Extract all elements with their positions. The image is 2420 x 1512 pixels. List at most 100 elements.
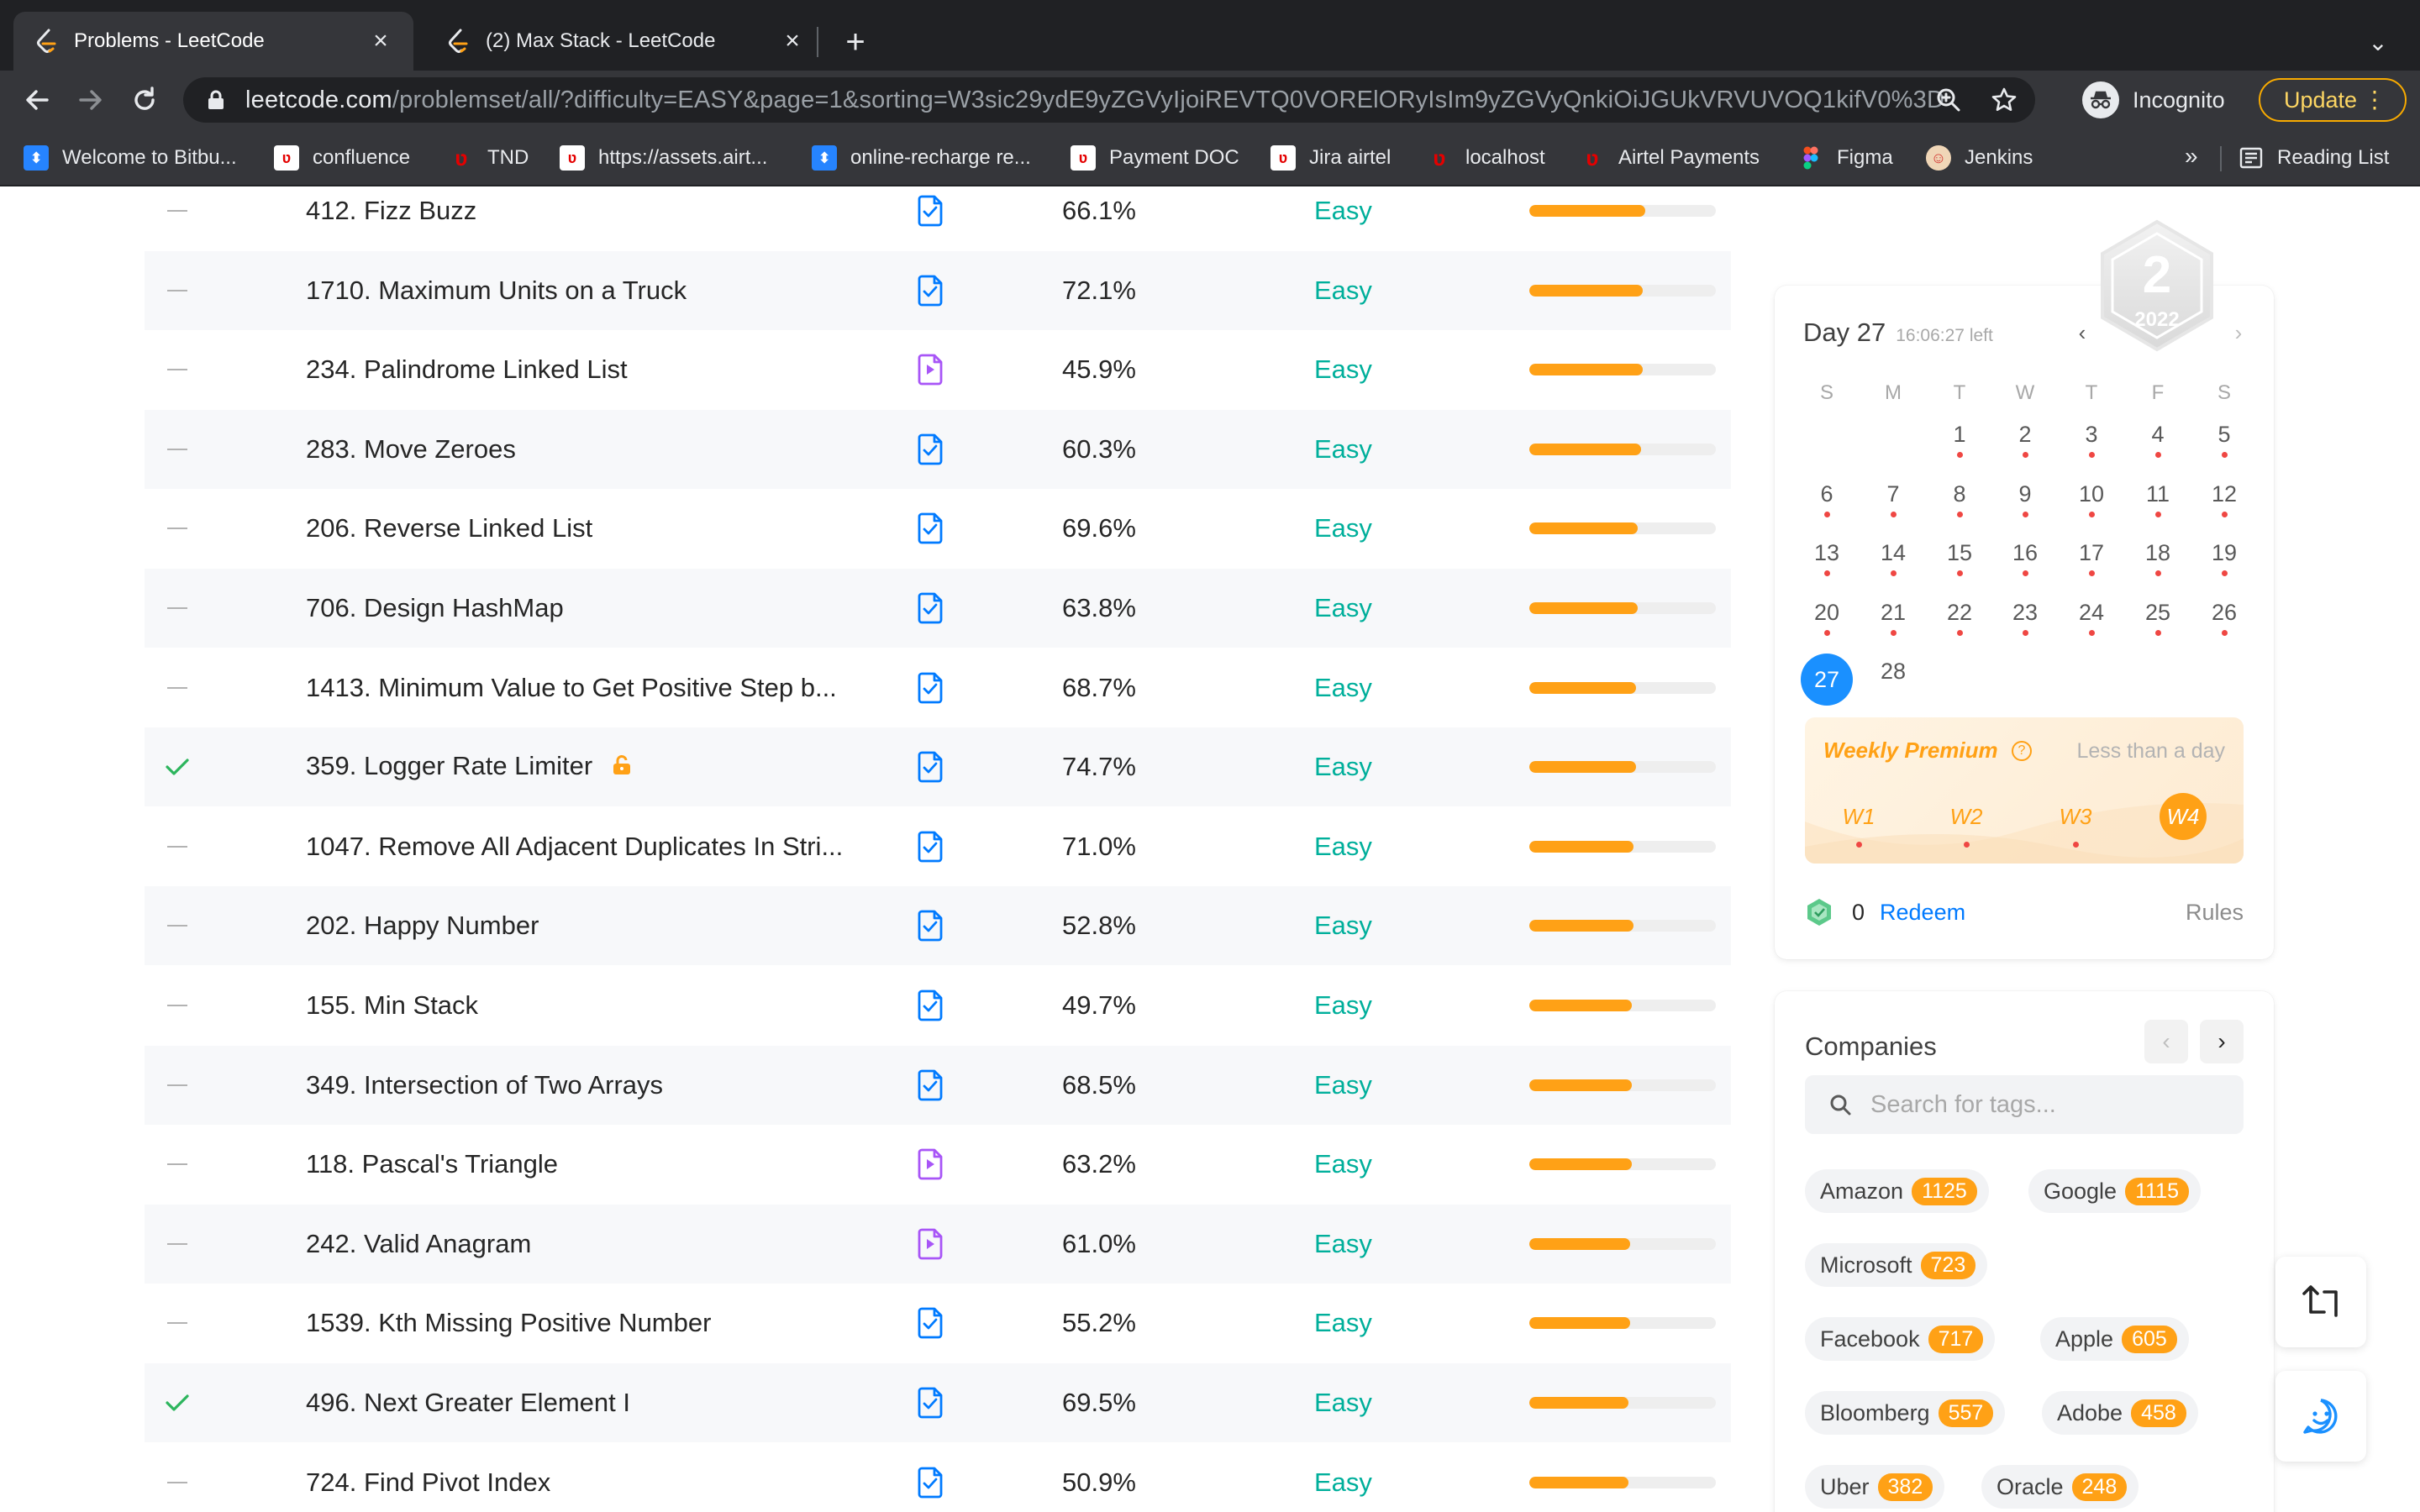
redeem-link[interactable]: Redeem bbox=[1880, 900, 1965, 926]
table-row[interactable]: 359. Logger Rate Limiter 74.7% Easy bbox=[145, 727, 1731, 806]
feedback-button[interactable] bbox=[2275, 1371, 2366, 1462]
problem-title-link[interactable]: 155. Min Stack bbox=[306, 990, 478, 1021]
article-solution-icon[interactable] bbox=[916, 672, 944, 704]
bookmark-item[interactable]: Figma bbox=[1798, 141, 1893, 175]
calendar-day[interactable]: 15 bbox=[1934, 540, 1985, 566]
table-row[interactable]: 496. Next Greater Element I 69.5% Easy bbox=[145, 1363, 1731, 1442]
article-solution-icon[interactable] bbox=[916, 195, 944, 227]
calendar-day[interactable]: 22 bbox=[1934, 600, 1985, 626]
problem-title-link[interactable]: 412. Fizz Buzz bbox=[306, 196, 476, 226]
calendar-day[interactable]: 26 bbox=[2199, 600, 2249, 626]
back-button[interactable] bbox=[18, 81, 55, 118]
table-row[interactable]: 412. Fizz Buzz 66.1% Easy bbox=[145, 186, 1731, 250]
calendar-day[interactable]: 25 bbox=[2133, 600, 2183, 626]
calendar-day-today[interactable]: 27 bbox=[1801, 654, 1853, 706]
bookmark-item[interactable]: ʋ Jira airtel bbox=[1270, 141, 1391, 175]
article-solution-icon[interactable] bbox=[916, 1387, 944, 1419]
company-tag[interactable]: Amazon 1125 bbox=[1805, 1169, 1989, 1213]
company-tag[interactable]: Oracle 248 bbox=[1981, 1465, 2139, 1509]
problem-title-link[interactable]: 1539. Kth Missing Positive Number bbox=[306, 1308, 711, 1338]
week-badge[interactable]: W3 bbox=[2050, 795, 2101, 838]
calendar-day[interactable]: 7 bbox=[1868, 481, 1918, 507]
video-solution-icon[interactable] bbox=[916, 354, 944, 386]
problem-title-link[interactable]: 724. Find Pivot Index bbox=[306, 1467, 550, 1498]
table-row[interactable]: 1047. Remove All Adjacent Duplicates In … bbox=[145, 807, 1731, 886]
calendar-day[interactable]: 24 bbox=[2066, 600, 2117, 626]
calendar-day[interactable]: 18 bbox=[2133, 540, 2183, 566]
reload-button[interactable] bbox=[126, 81, 163, 118]
calendar-day[interactable]: 12 bbox=[2199, 481, 2249, 507]
table-row[interactable]: 118. Pascal's Triangle 63.2% Easy bbox=[145, 1125, 1731, 1204]
week-badge[interactable]: W2 bbox=[1941, 795, 1991, 838]
companies-next-button[interactable]: › bbox=[2200, 1020, 2244, 1063]
incognito-profile-button[interactable]: Incognito bbox=[2082, 79, 2225, 121]
table-row[interactable]: 234. Palindrome Linked List 45.9% Easy bbox=[145, 330, 1731, 409]
problem-title-link[interactable]: 283. Move Zeroes bbox=[306, 434, 516, 465]
article-solution-icon[interactable] bbox=[916, 592, 944, 624]
calendar-day[interactable]: 3 bbox=[2066, 422, 2117, 448]
article-solution-icon[interactable] bbox=[916, 1467, 944, 1499]
tag-search-box[interactable] bbox=[1805, 1075, 2244, 1134]
bookmark-item[interactable]: ʋ https://assets.airt... bbox=[560, 141, 767, 175]
tab-max-stack[interactable]: (2) Max Stack - LeetCode × bbox=[425, 12, 825, 71]
problem-title-link[interactable]: 1413. Minimum Value to Get Positive Step… bbox=[306, 673, 837, 703]
update-button[interactable]: Update ⋮ bbox=[2259, 78, 2407, 122]
problem-title-link[interactable]: 496. Next Greater Element I bbox=[306, 1388, 630, 1418]
table-row[interactable]: 724. Find Pivot Index 50.9% Easy bbox=[145, 1443, 1731, 1512]
table-row[interactable]: 155. Min Stack 49.7% Easy bbox=[145, 966, 1731, 1045]
chevron-left-icon[interactable]: ‹ bbox=[2070, 320, 2094, 345]
problem-title-link[interactable]: 118. Pascal's Triangle bbox=[306, 1149, 558, 1179]
chevron-right-icon[interactable]: › bbox=[2227, 320, 2250, 345]
forward-button[interactable] bbox=[72, 81, 109, 118]
company-tag[interactable]: Adobe 458 bbox=[2042, 1391, 2198, 1435]
new-tab-button[interactable]: + bbox=[837, 24, 874, 60]
bookmark-item[interactable]: ʋ localhost bbox=[1427, 141, 1544, 175]
calendar-day[interactable]: 19 bbox=[2199, 540, 2249, 566]
table-row[interactable]: 1710. Maximum Units on a Truck 72.1% Easy bbox=[145, 251, 1731, 330]
week-badge[interactable]: W1 bbox=[1833, 795, 1884, 838]
company-tag[interactable]: Bloomberg 557 bbox=[1805, 1391, 2006, 1435]
calendar-day[interactable]: 1 bbox=[1934, 422, 1985, 448]
table-row[interactable]: 202. Happy Number 52.8% Easy bbox=[145, 886, 1731, 965]
calendar-day[interactable]: 20 bbox=[1802, 600, 1852, 626]
close-icon[interactable]: × bbox=[780, 27, 805, 55]
week-badge[interactable]: W4 bbox=[2160, 793, 2207, 840]
table-row[interactable]: 706. Design HashMap 63.8% Easy bbox=[145, 569, 1731, 648]
article-solution-icon[interactable] bbox=[916, 275, 944, 307]
bookmark-item[interactable]: ʋ Payment DOC bbox=[1071, 141, 1239, 175]
tag-search-input[interactable] bbox=[1870, 1090, 2232, 1119]
article-solution-icon[interactable] bbox=[916, 1069, 944, 1101]
more-bookmarks-button[interactable]: » bbox=[2185, 143, 2198, 170]
article-solution-icon[interactable] bbox=[916, 1307, 944, 1339]
company-tag[interactable]: Facebook 717 bbox=[1805, 1317, 1996, 1361]
problem-title-link[interactable]: 242. Valid Anagram bbox=[306, 1229, 531, 1259]
company-tag[interactable]: Apple 605 bbox=[2040, 1317, 2189, 1361]
star-icon[interactable] bbox=[1988, 84, 2020, 116]
problem-title-link[interactable]: 349. Intersection of Two Arrays bbox=[306, 1070, 663, 1100]
calendar-day[interactable]: 11 bbox=[2133, 481, 2183, 507]
calendar-day[interactable]: 10 bbox=[2066, 481, 2117, 507]
reading-list-button[interactable]: Reading List bbox=[2238, 141, 2389, 175]
article-solution-icon[interactable] bbox=[916, 990, 944, 1021]
table-row[interactable]: 242. Valid Anagram 61.0% Easy bbox=[145, 1205, 1731, 1284]
bookmark-item[interactable]: ʋ Airtel Payments bbox=[1580, 141, 1760, 175]
bookmark-item[interactable]: ⬍ online-recharge re... bbox=[812, 141, 1031, 175]
article-solution-icon[interactable] bbox=[916, 433, 944, 465]
calendar-day[interactable]: 13 bbox=[1802, 540, 1852, 566]
article-solution-icon[interactable] bbox=[916, 751, 944, 783]
help-icon[interactable]: ? bbox=[2012, 741, 2032, 761]
problem-title-link[interactable]: 359. Logger Rate Limiter bbox=[306, 751, 633, 783]
company-tag[interactable]: Uber 382 bbox=[1805, 1465, 1945, 1509]
tab-problems[interactable]: Problems - LeetCode × bbox=[13, 12, 413, 71]
table-row[interactable]: 283. Move Zeroes 60.3% Easy bbox=[145, 410, 1731, 489]
calendar-day[interactable]: 21 bbox=[1868, 600, 1918, 626]
table-row[interactable]: 206. Reverse Linked List 69.6% Easy bbox=[145, 489, 1731, 568]
switch-to-old-version-button[interactable] bbox=[2275, 1257, 2366, 1347]
companies-prev-button[interactable]: ‹ bbox=[2144, 1020, 2188, 1063]
calendar-day[interactable]: 2 bbox=[2000, 422, 2050, 448]
bookmark-item[interactable]: ʋ confluence bbox=[274, 141, 410, 175]
company-tag[interactable]: Google 1115 bbox=[2028, 1169, 2201, 1213]
calendar-day[interactable]: 8 bbox=[1934, 481, 1985, 507]
calendar-day[interactable]: 4 bbox=[2133, 422, 2183, 448]
address-bar[interactable]: leetcode.com/problemset/all/?difficulty=… bbox=[183, 77, 2035, 123]
